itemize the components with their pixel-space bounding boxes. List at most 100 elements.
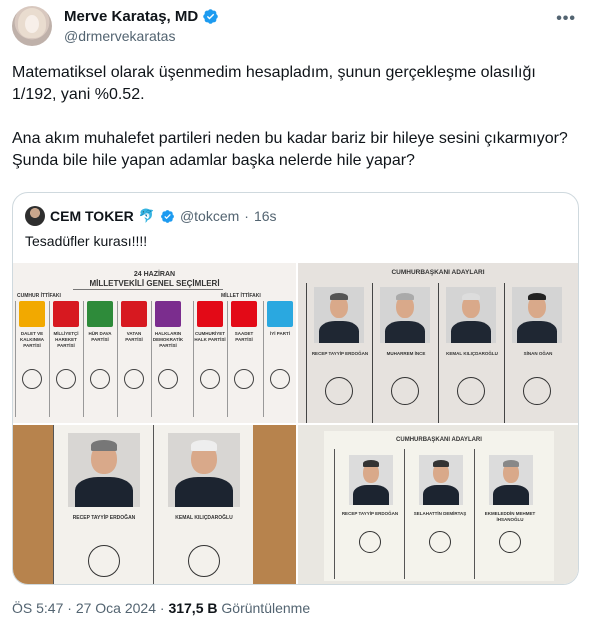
portrait-body: [423, 485, 459, 505]
candidate-column: RECEP TAYYİP ERDOĞAN: [53, 425, 153, 584]
candidate-name: RECEP TAYYİP ERDOĞAN: [341, 511, 399, 516]
vote-circle: [359, 531, 381, 553]
candidate-name: KEMAL KILIÇDAROĞLU: [446, 351, 498, 356]
alliance-label-left: CUMHUR İTTİFAKI: [17, 293, 61, 299]
quoted-tweet[interactable]: CEM TOKER 🐬 @tokcem · 16s Tesadüfler kur…: [12, 192, 579, 585]
ballot-title-date: 24 HAZİRAN: [133, 271, 176, 278]
vote-circle: [523, 377, 551, 405]
separator-dot: ·: [159, 600, 165, 616]
candidate-name: SİNAN OĞAN: [523, 351, 553, 356]
tweet-date[interactable]: 27 Oca 2024: [76, 600, 156, 616]
ballot-paper: CUMHURBAŞKANI ADAYLARI RECEP TAYYİP ERDO…: [324, 431, 554, 581]
media-image-presidential-ballot-2023[interactable]: RECEP TAYYİP ERDOĞAN KEMAL KILIÇDAROĞLU: [13, 425, 296, 584]
author-avatar[interactable]: [12, 6, 52, 46]
candidate-photo: [314, 287, 364, 343]
vote-circle: [158, 369, 178, 389]
tweet-paragraph: Ana akım muhalefet partileri neden bu ka…: [12, 130, 568, 169]
quoted-author-avatar[interactable]: [25, 206, 45, 226]
candidate-photo: [349, 455, 393, 505]
quoted-author-name[interactable]: CEM TOKER: [50, 208, 134, 224]
candidate-column: SELAHATTİN DEMİRTAŞ: [404, 449, 474, 579]
media-grid: 24 HAZİRAN MİLLETVEKİLİ GENEL SEÇİMLERİ …: [13, 263, 578, 584]
vote-circle: [325, 377, 353, 405]
candidate-photo: [380, 287, 430, 343]
candidate-photo: [446, 287, 496, 343]
party-name: CUMHURİYET HALK PARTİSİ: [194, 331, 226, 342]
party-logo: [231, 301, 257, 327]
candidate-column: RECEP TAYYİP ERDOĞAN: [306, 283, 372, 423]
vote-circle: [90, 369, 110, 389]
portrait-body: [175, 477, 233, 507]
portrait-body: [493, 485, 529, 505]
candidate-column: RECEP TAYYİP ERDOĞAN: [334, 449, 404, 579]
views-count: 317,5 B: [168, 600, 218, 616]
portrait-hair: [330, 292, 348, 301]
party-column: HÜR DAVA PARTİSİ: [83, 301, 115, 417]
candidate-name: KEMAL KILIÇDAROĞLU: [175, 515, 233, 521]
vote-circle: [457, 377, 485, 405]
more-options-icon[interactable]: •••: [556, 10, 576, 28]
vote-circle: [200, 369, 220, 389]
party-name: İYİ PARTİ: [270, 331, 290, 336]
portrait-body: [451, 320, 491, 343]
party-logo: [87, 301, 113, 327]
party-column: CUMHURİYET HALK PARTİSİ: [193, 301, 226, 417]
party-column: DALET VE KALKINMA PARTİSİ: [15, 301, 47, 417]
party-logo: [155, 301, 181, 327]
portrait-hair: [503, 460, 519, 467]
party-logo: [53, 301, 79, 327]
party-logo: [19, 301, 45, 327]
vote-circle: [188, 545, 220, 577]
candidate-column: SİNAN OĞAN: [504, 283, 570, 423]
portrait-hair: [528, 292, 546, 301]
author-name-row: Merve Karataş, MD: [64, 8, 219, 25]
candidate-photo: [512, 287, 562, 343]
party-logo: [267, 301, 293, 327]
quoted-tweet-text: Tesadüfler kurası!!!!: [25, 233, 148, 249]
ballot-title: CUMHURBAŞKANI ADAYLARI: [396, 437, 482, 443]
vote-circle: [56, 369, 76, 389]
media-image-presidential-ballot-2014[interactable]: CUMHURBAŞKANI ADAYLARI RECEP TAYYİP ERDO…: [298, 425, 578, 584]
party-name: VATAN PARTİSİ: [125, 331, 143, 342]
candidate-photo: [419, 455, 463, 505]
candidate-column: EKMELEDDİN MEHMET İHSANOĞLU: [474, 449, 544, 579]
tweet-time[interactable]: ÖS 5:47: [12, 600, 63, 616]
vote-circle: [234, 369, 254, 389]
dolphin-emoji-icon: 🐬: [138, 208, 155, 223]
portrait-hair: [363, 460, 379, 467]
party-name: HALKLARIN DEMOKRATİK PARTİSİ: [152, 331, 184, 348]
tweet-paragraph: Matematiksel olarak üşenmedim hesapladım…: [12, 64, 536, 103]
ballot-paper: RECEP TAYYİP ERDOĞAN KEMAL KILIÇDAROĞLU: [53, 425, 253, 584]
party-column: VATAN PARTİSİ: [117, 301, 149, 417]
vote-circle: [499, 531, 521, 553]
portrait-body: [319, 320, 359, 343]
candidate-name: EKMELEDDİN MEHMET İHSANOĞLU: [484, 511, 536, 522]
quoted-author-handle[interactable]: @tokcem: [180, 208, 239, 224]
verified-badge-icon: [161, 209, 174, 223]
ballot-title: MİLLETVEKİLİ GENEL SEÇİMLERİ: [89, 279, 220, 288]
author-handle[interactable]: @drmervekaratas: [64, 28, 175, 44]
candidate-photo: [68, 433, 140, 507]
candidate-column: KEMAL KILIÇDAROĞLU: [438, 283, 504, 423]
candidate-photo: [489, 455, 533, 505]
portrait-body: [75, 477, 133, 507]
portrait-hair: [91, 440, 117, 451]
media-image-party-ballot[interactable]: 24 HAZİRAN MİLLETVEKİLİ GENEL SEÇİMLERİ …: [13, 263, 296, 423]
party-column: SAADET PARTİSİ: [227, 301, 259, 417]
alliance-label-right: MİLLET İTTİFAKI: [221, 293, 261, 299]
author-display-name[interactable]: Merve Karataş, MD: [64, 8, 198, 25]
quoted-timestamp[interactable]: 16s: [254, 208, 277, 224]
party-column: MİLLİYETÇİ HAREKET PARTİSİ: [49, 301, 81, 417]
divider: [73, 289, 223, 290]
verified-badge-icon: [203, 9, 218, 24]
party-name: MİLLİYETÇİ HAREKET PARTİSİ: [53, 331, 79, 348]
portrait-body: [385, 320, 425, 343]
vote-circle: [22, 369, 42, 389]
media-image-presidential-ballot-2018[interactable]: CUMHURBAŞKANI ADAYLARI RECEP TAYYİP ERDO…: [298, 263, 578, 423]
portrait-body: [517, 320, 557, 343]
vote-circle: [429, 531, 451, 553]
portrait-hair: [396, 292, 414, 301]
party-column: HALKLARIN DEMOKRATİK PARTİSİ: [151, 301, 183, 417]
portrait-hair: [462, 292, 480, 301]
separator-dot: ·: [67, 600, 72, 616]
